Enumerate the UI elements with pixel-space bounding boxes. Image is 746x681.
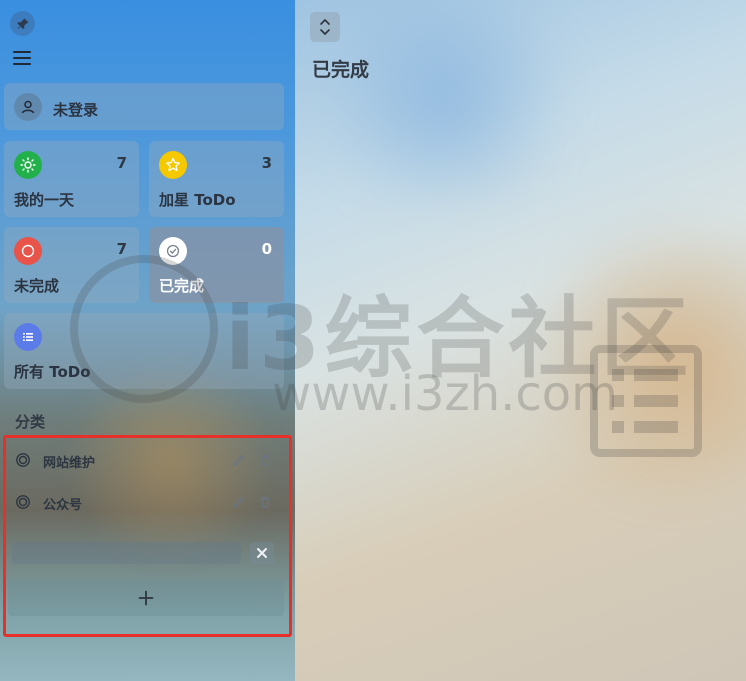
pin-button[interactable] xyxy=(10,11,35,36)
watermark-url: www.i3zh.com xyxy=(272,366,618,422)
sun-icon xyxy=(14,151,42,179)
main-background xyxy=(295,0,595,200)
user-icon xyxy=(14,93,42,121)
categories-title: 分类 xyxy=(15,413,46,431)
user-label: 未登录 xyxy=(53,101,99,119)
document-icon xyxy=(590,345,702,457)
pin-icon xyxy=(17,18,28,29)
trash-icon[interactable] xyxy=(257,452,273,468)
category-icon xyxy=(16,453,30,467)
tile-count: 0 xyxy=(261,240,272,258)
category-item[interactable]: 网站维护 xyxy=(8,442,278,478)
category-label: 网站维护 xyxy=(43,456,96,471)
tile-label: 我的一天 xyxy=(14,191,75,209)
page-title: 已完成 xyxy=(312,59,370,81)
tile-count: 7 xyxy=(116,240,127,258)
plus-icon xyxy=(138,590,154,606)
close-icon[interactable] xyxy=(250,542,274,564)
trash-icon[interactable] xyxy=(257,494,273,510)
expand-collapse-button[interactable] xyxy=(310,12,340,42)
category-label: 公众号 xyxy=(43,498,83,513)
tile-count: 3 xyxy=(261,154,272,172)
category-icon xyxy=(16,495,30,509)
tile-count: 7 xyxy=(116,154,127,172)
tile-my-day[interactable]: 7 我的一天 xyxy=(4,141,139,217)
edit-icon[interactable] xyxy=(231,452,247,468)
watermark-logo xyxy=(70,255,218,403)
add-category-button[interactable] xyxy=(8,580,284,616)
star-icon xyxy=(159,151,187,179)
menu-icon[interactable] xyxy=(13,51,31,67)
user-card[interactable]: 未登录 xyxy=(4,83,284,130)
circle-icon xyxy=(14,237,42,265)
tile-starred[interactable]: 3 加星 ToDo xyxy=(149,141,284,217)
list-icon xyxy=(14,323,42,351)
tile-label: 未完成 xyxy=(14,277,60,295)
tile-label: 加星 ToDo xyxy=(159,191,236,209)
expand-collapse-icon xyxy=(320,19,330,35)
edit-icon[interactable] xyxy=(231,494,247,510)
category-item[interactable]: 公众号 xyxy=(8,484,278,520)
new-category-input[interactable] xyxy=(12,542,241,564)
